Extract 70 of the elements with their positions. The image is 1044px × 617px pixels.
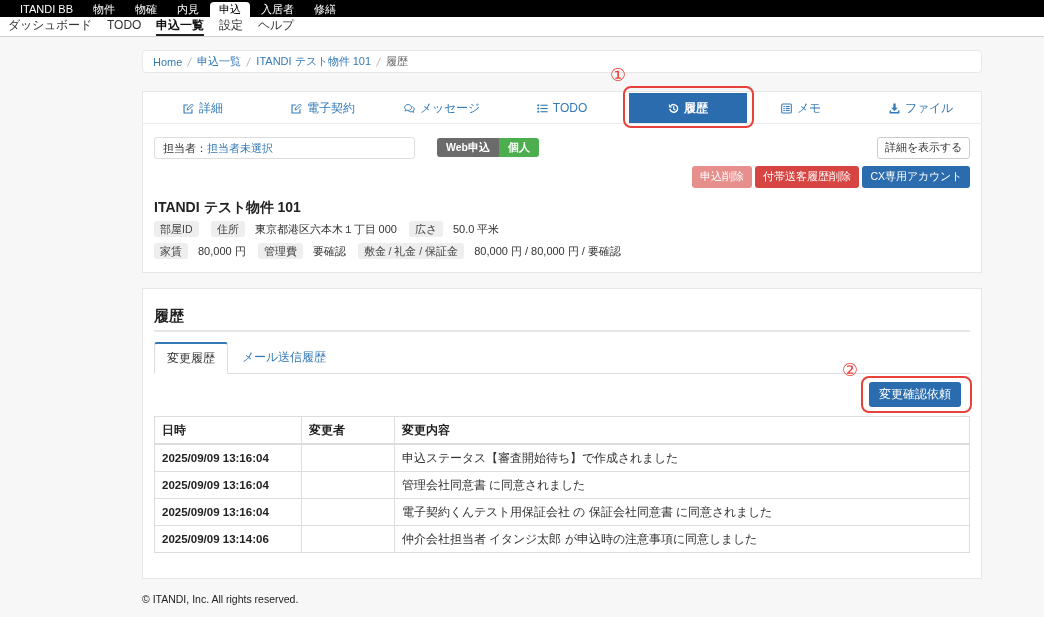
field-value: 50.0 平米	[452, 221, 500, 237]
nav-tab[interactable]: 物件	[84, 2, 124, 17]
section-heading: 履歴	[154, 289, 970, 332]
subnav-tab[interactable]: 設定	[219, 17, 244, 36]
field-value: 80,000 円	[198, 243, 246, 259]
table-cell: 管理会社同意書 に同意されました	[394, 471, 970, 499]
property-title: ITANDI テスト物件 101	[154, 199, 302, 216]
tab[interactable]: ファイル	[861, 93, 982, 123]
tab[interactable]: 履歴	[628, 93, 747, 123]
history-icon	[667, 102, 679, 114]
subnav-tab[interactable]: TODO	[107, 17, 142, 36]
subnav-tab[interactable]: ヘルプ	[258, 17, 295, 36]
callout-number: ①	[609, 65, 626, 84]
badge: 個人	[499, 138, 539, 157]
field-value: 要確認	[312, 243, 346, 259]
nav-tab[interactable]: 内見	[168, 2, 208, 17]
field-label: 家賃	[154, 243, 188, 259]
list-box-icon	[781, 102, 793, 114]
field-label: 管理費	[257, 243, 303, 259]
tab[interactable]: メッセージ	[382, 93, 503, 123]
action-button[interactable]: 付帯送客履歴削除	[755, 166, 860, 188]
tab[interactable]: 変更履歴	[154, 342, 228, 374]
table-cell: 2025/09/09 13:16:04	[154, 444, 302, 472]
table-cell: 仲介会社担当者 イタンジ太郎 が申込時の注意事項に同意しました	[394, 525, 970, 553]
copyright-text: © ITANDI, Inc. All rights reserved.	[142, 593, 300, 605]
nav-tab[interactable]: 入居者	[252, 2, 303, 17]
field-value: 80,000 円 / 80,000 円 / 要確認	[474, 243, 621, 259]
tab[interactable]: 電子契約	[262, 93, 383, 123]
subnav-tab[interactable]: 申込一覧	[156, 17, 205, 36]
assignee-field[interactable]: 担当者：担当者未選択	[154, 137, 415, 159]
brand-name[interactable]: ITANDI BB	[11, 2, 82, 17]
slash-icon	[376, 56, 382, 67]
pencil-square-icon	[182, 102, 194, 114]
tab[interactable]: メール送信履歴	[228, 342, 340, 373]
tab[interactable]: TODO	[502, 93, 622, 123]
column-header: 変更者	[301, 416, 395, 444]
column-header: 日時	[154, 416, 302, 444]
field-label: 部屋ID	[154, 221, 199, 237]
breadcrumb-link[interactable]: ITANDI テスト物件 101	[256, 54, 372, 69]
field-label: 広さ	[408, 221, 443, 237]
table-cell: 申込ステータス【審査開始待ち】で作成されました	[394, 444, 970, 472]
download-icon	[889, 102, 901, 114]
show-details-button[interactable]: 詳細を表示する	[877, 137, 970, 159]
nav-tab[interactable]: 申込	[210, 2, 250, 17]
table-cell: 2025/09/09 13:16:04	[154, 471, 302, 499]
assignee-label: 担当者：	[163, 140, 207, 156]
breadcrumb-link[interactable]: Home	[153, 55, 183, 68]
table-cell: 2025/09/09 13:14:06	[154, 525, 302, 553]
field-value: 東京都港区六本木１丁目 000	[254, 221, 397, 237]
field-label: 敷金 / 礼金 / 保証金	[357, 243, 465, 259]
slash-icon	[246, 56, 252, 67]
breadcrumb-link[interactable]: 申込一覧	[197, 54, 242, 69]
action-button[interactable]: CX専用アカウント	[862, 166, 970, 188]
subnav-tab[interactable]: ダッシュボード	[8, 17, 92, 36]
slash-icon	[187, 56, 193, 67]
request-confirmation-button[interactable]: 変更確認依頼	[869, 382, 961, 407]
list-icon	[536, 102, 548, 114]
nav-tab[interactable]: 物確	[126, 2, 166, 17]
chat-bubbles-icon	[404, 102, 416, 114]
assignee-link[interactable]: 担当者未選択	[207, 140, 273, 156]
column-header: 変更内容	[394, 416, 970, 444]
callout-number: ②	[842, 360, 859, 379]
table-cell: 2025/09/09 13:16:04	[154, 498, 302, 526]
pencil-square-icon	[290, 102, 302, 114]
badge: Web申込	[437, 138, 499, 157]
table-cell: 電子契約くんテスト用保証会社 の 保証会社同意書 に同意されました	[394, 498, 970, 526]
field-label: 住所	[210, 221, 245, 237]
breadcrumb-current: 履歴	[386, 54, 409, 69]
nav-tab[interactable]: 修繕	[305, 2, 345, 17]
tab[interactable]: 詳細	[143, 93, 263, 123]
